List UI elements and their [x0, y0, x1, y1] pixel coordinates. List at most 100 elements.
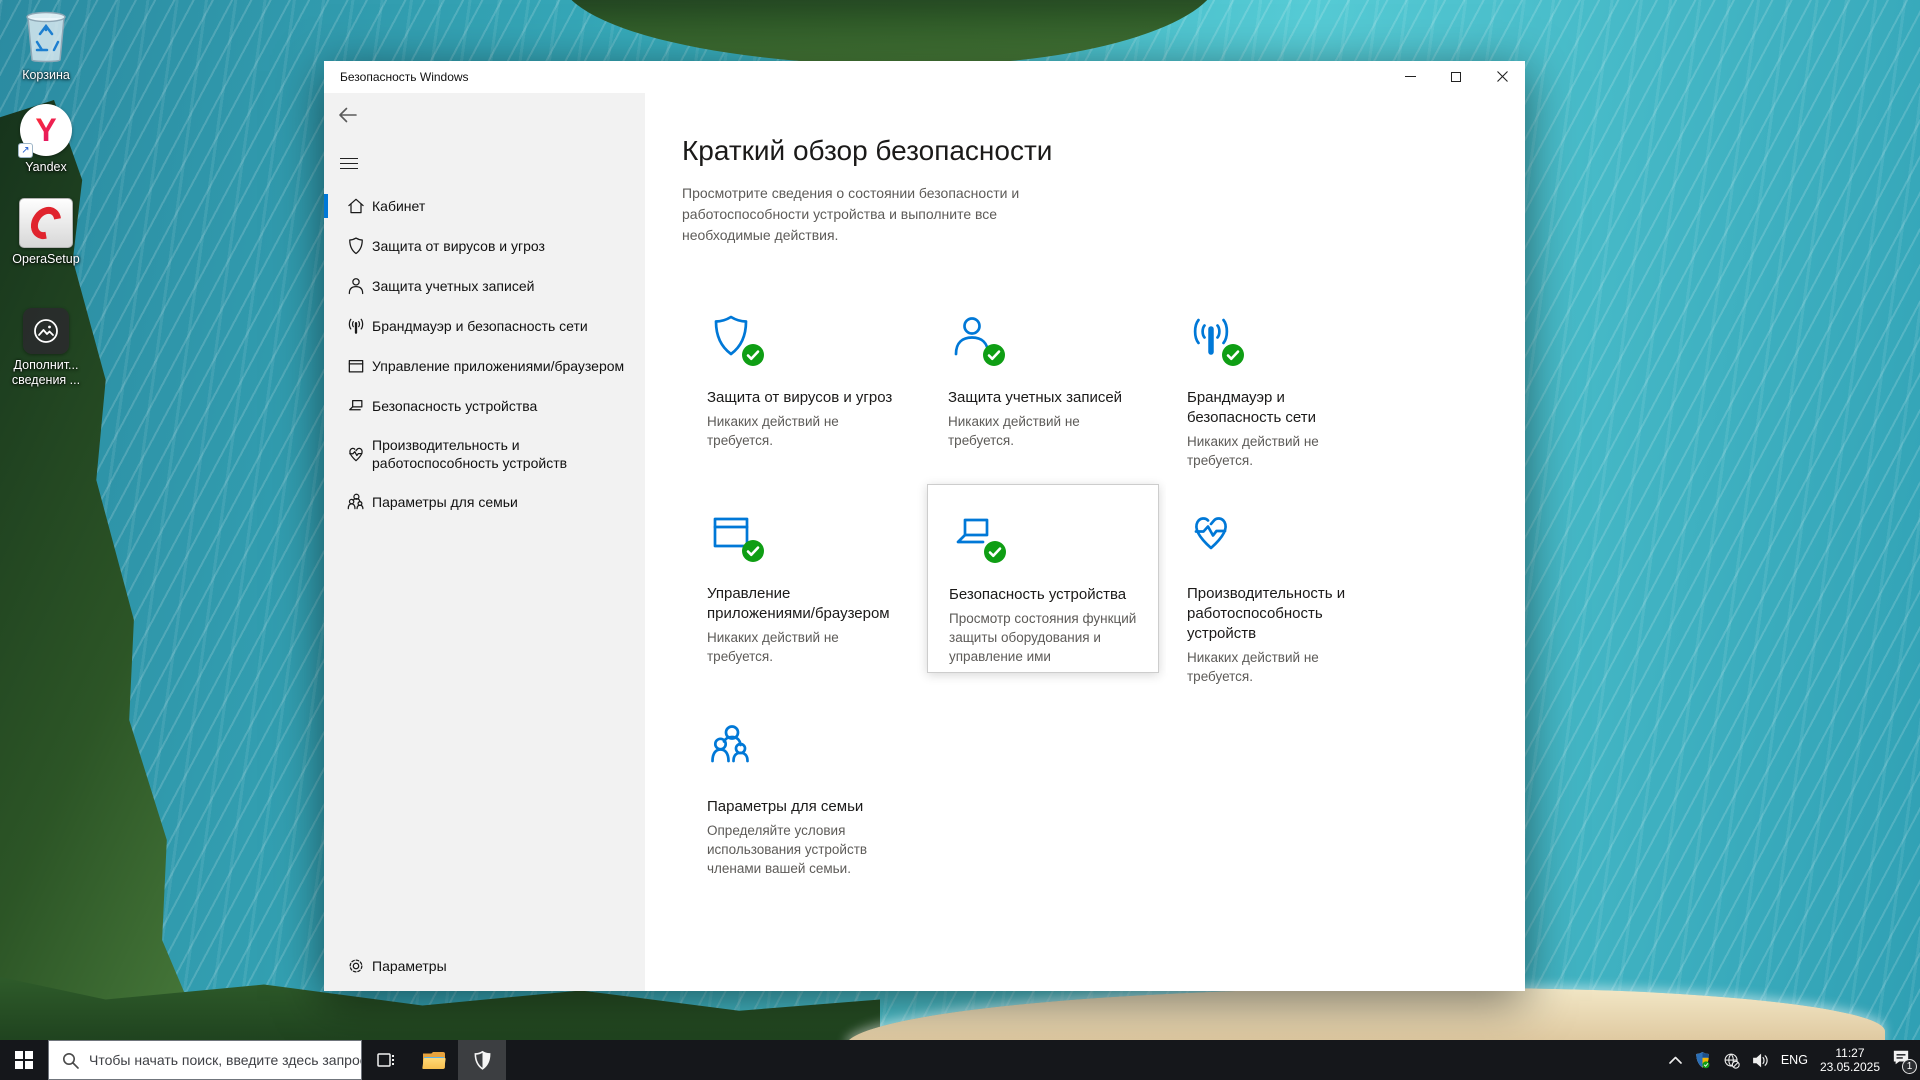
search-input[interactable] — [89, 1052, 361, 1068]
additional-info-icon[interactable]: Дополнит...сведения ... — [0, 308, 92, 388]
sidebar-item-device-security[interactable]: Безопасность устройства — [324, 386, 645, 426]
sidebar-item-app-browser-control[interactable]: Управление приложениями/браузером — [324, 346, 645, 386]
sidebar-item-label: Защита учетных записей — [372, 277, 534, 295]
volume-icon[interactable] — [1752, 1053, 1769, 1068]
close-button[interactable] — [1479, 61, 1525, 92]
desktop-icon-label: Корзина — [22, 68, 70, 83]
tile-status: Никаких действий не требуется. — [707, 628, 898, 666]
windows-security-window: Безопасность Windows Кабинет Защита от в… — [324, 61, 1525, 991]
sidebar-settings: Параметры — [324, 946, 645, 986]
desktop-icon-label: Дополнит...сведения ... — [12, 358, 80, 388]
opera-installer-glyph — [19, 198, 73, 248]
page-subtitle: Просмотрите сведения о состоянии безопас… — [682, 183, 1082, 246]
back-button[interactable] — [338, 101, 372, 129]
tile-status: Определяйте условия использования устрой… — [707, 821, 898, 878]
tile-status: Просмотр состояния функций защиты оборуд… — [949, 609, 1138, 666]
status-ok-icon — [742, 344, 764, 366]
file-explorer-button[interactable] — [410, 1040, 458, 1080]
close-icon — [1497, 71, 1508, 82]
tile-title: Параметры для семьи — [707, 797, 898, 817]
sidebar-item-label: Безопасность устройства — [372, 397, 537, 415]
sidebar-item-family-options[interactable]: Параметры для семьи — [324, 482, 645, 522]
taskbar-search[interactable] — [48, 1040, 362, 1080]
start-button[interactable] — [0, 1040, 48, 1080]
status-ok-icon — [742, 540, 764, 562]
tile-title: Защита учетных записей — [948, 388, 1139, 408]
tile-firewall[interactable]: Брандмауэр и безопасность сети Никаких д… — [1166, 288, 1398, 477]
tile-title: Брандмауэр и безопасность сети — [1187, 388, 1378, 428]
sidebar-item-label: Управление приложениями/браузером — [372, 357, 624, 375]
sidebar-item-label: Параметры для семьи — [372, 493, 518, 511]
tile-status: Никаких действий не требуется. — [948, 412, 1139, 450]
laptop-icon — [346, 396, 366, 416]
clock[interactable]: 11:27 23.05.2025 — [1820, 1046, 1880, 1074]
sidebar-item-settings[interactable]: Параметры — [324, 946, 645, 986]
apps-icon — [346, 356, 366, 376]
sidebar-item-virus-protection[interactable]: Защита от вирусов и угроз — [324, 226, 645, 266]
network-no-internet-icon[interactable] — [1723, 1052, 1740, 1069]
recycle-bin-icon[interactable]: Корзина — [0, 8, 92, 83]
tile-status: Никаких действий не требуется. — [1187, 648, 1378, 686]
photo-glyph — [23, 308, 69, 354]
task-view-button[interactable] — [362, 1040, 410, 1080]
tile-device-security[interactable]: Безопасность устройства Просмотр состоян… — [927, 484, 1159, 673]
windows-security-taskbar-button[interactable] — [458, 1040, 506, 1080]
action-center-button[interactable]: 1 — [1892, 1049, 1910, 1071]
tile-virus-protection[interactable]: Защита от вирусов и угроз Никаких действ… — [686, 288, 918, 477]
sidebar-item-device-performance[interactable]: Производительность и работоспособность у… — [324, 426, 645, 482]
tile-title: Безопасность устройства — [949, 585, 1138, 605]
sidebar-item-home[interactable]: Кабинет — [324, 186, 645, 226]
desktop-icon-label: Yandex — [25, 160, 66, 175]
menu-toggle-button[interactable] — [340, 149, 374, 177]
back-arrow-icon — [338, 105, 358, 125]
hidden-icons-chevron[interactable] — [1669, 1056, 1682, 1064]
apps-icon — [707, 508, 757, 558]
status-ok-icon — [1222, 344, 1244, 366]
defender-tray-icon[interactable] — [1694, 1051, 1711, 1069]
folder-icon — [423, 1052, 445, 1069]
tile-family-options[interactable]: Параметры для семьи Определяйте условия … — [686, 697, 918, 889]
opera-setup-icon[interactable]: OperaSetup — [0, 198, 92, 267]
family-icon — [707, 721, 757, 771]
sidebar-item-label: Параметры — [372, 957, 447, 975]
home-icon — [346, 196, 366, 216]
task-view-icon — [376, 1051, 396, 1069]
desktop-icon-label: OperaSetup — [12, 252, 79, 267]
system-tray: ENG 11:27 23.05.2025 1 — [1663, 1040, 1920, 1080]
minimize-icon — [1405, 76, 1416, 77]
minimize-button[interactable] — [1387, 61, 1433, 92]
tile-device-performance[interactable]: Производительность и работоспособность у… — [1166, 484, 1398, 673]
titlebar[interactable]: Безопасность Windows — [324, 61, 1525, 93]
network-icon — [346, 316, 366, 336]
network-icon — [1187, 312, 1237, 362]
person-icon — [948, 312, 998, 362]
tile-status: Никаких действий не требуется. — [707, 412, 898, 450]
status-ok-icon — [983, 344, 1005, 366]
heart-icon — [346, 444, 366, 464]
security-shield-icon — [473, 1050, 492, 1071]
windows-logo-icon — [15, 1051, 33, 1069]
clock-time: 11:27 — [1820, 1046, 1880, 1060]
status-ok-icon — [984, 541, 1006, 563]
search-icon — [62, 1052, 79, 1069]
language-indicator[interactable]: ENG — [1781, 1053, 1808, 1067]
yandex-shortcut-icon[interactable]: Y ↗ Yandex — [0, 104, 92, 175]
taskbar: ENG 11:27 23.05.2025 1 — [0, 1040, 1920, 1080]
shield-icon — [707, 312, 757, 362]
sidebar: Кабинет Защита от вирусов и угроз Защита… — [324, 93, 645, 991]
recycle-bin-glyph — [20, 8, 72, 64]
tile-app-browser-control[interactable]: Управление приложениями/браузером Никаки… — [686, 484, 918, 673]
tile-status: Никаких действий не требуется. — [1187, 432, 1378, 470]
maximize-button[interactable] — [1433, 61, 1479, 92]
page-title: Краткий обзор безопасности — [682, 135, 1052, 167]
notification-badge: 1 — [1902, 1059, 1917, 1074]
yandex-letter: Y — [35, 112, 56, 149]
sidebar-item-account-protection[interactable]: Защита учетных записей — [324, 266, 645, 306]
yandex-logo: Y ↗ — [20, 104, 72, 156]
heart-icon — [1187, 508, 1237, 558]
sidebar-item-firewall[interactable]: Брандмауэр и безопасность сети — [324, 306, 645, 346]
sidebar-item-label: Защита от вирусов и угроз — [372, 237, 545, 255]
tile-title: Управление приложениями/браузером — [707, 584, 898, 624]
tile-account-protection[interactable]: Защита учетных записей Никаких действий … — [927, 288, 1159, 477]
sidebar-item-label: Кабинет — [372, 197, 425, 215]
